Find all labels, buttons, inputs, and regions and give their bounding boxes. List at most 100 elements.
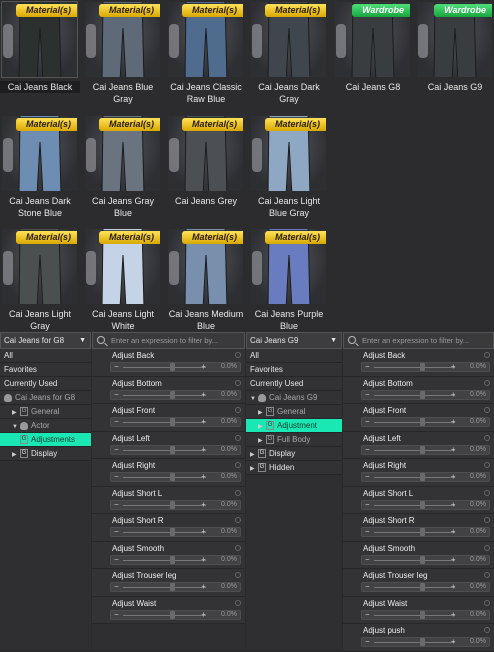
slider-handle[interactable]: [170, 528, 176, 536]
parameter-slider[interactable]: Adjust Front − +0.0%: [343, 404, 494, 432]
product-tile[interactable]: Material(s) Cai Jeans Gray Blue: [83, 114, 166, 219]
slider-track[interactable]: − +0.0%: [361, 389, 490, 400]
parameter-slider[interactable]: Adjust Smooth − +0.0%: [343, 541, 494, 569]
decrement-icon[interactable]: −: [365, 555, 370, 564]
slider-track[interactable]: − +0.0%: [361, 609, 490, 620]
slider-handle[interactable]: [420, 528, 426, 536]
parameter-slider[interactable]: Adjust Waist − +0.0%: [343, 596, 494, 624]
options-dot-icon[interactable]: [484, 544, 490, 551]
slider-handle[interactable]: [170, 500, 176, 509]
slider-value[interactable]: 0.0%: [221, 583, 237, 591]
slider-handle[interactable]: [170, 363, 176, 371]
parameter-slider[interactable]: Adjust Short L − +0.0%: [92, 486, 245, 514]
slider-handle[interactable]: [170, 610, 176, 619]
increment-icon[interactable]: +: [451, 638, 456, 646]
increment-icon[interactable]: +: [201, 528, 206, 536]
slider-track[interactable]: − +0.0%: [110, 499, 241, 510]
slider-track[interactable]: − +0.0%: [361, 527, 490, 537]
slider-handle[interactable]: [420, 390, 426, 399]
options-dot-icon[interactable]: [484, 434, 490, 441]
options-dot-icon[interactable]: [235, 434, 241, 441]
parameter-slider[interactable]: Adjust Front − +0.0%: [92, 404, 245, 432]
increment-icon[interactable]: +: [451, 473, 456, 481]
parameter-slider[interactable]: Adjust push − +0.0%: [343, 624, 494, 652]
slider-value[interactable]: 0.0%: [470, 528, 486, 536]
increment-icon[interactable]: +: [201, 445, 206, 454]
parameter-slider[interactable]: Adjust Back − +0.0%: [92, 349, 245, 377]
collapsed-arrow-icon[interactable]: ▶: [12, 406, 20, 418]
left-figure-dropdown[interactable]: Cai Jeans for G8 ▼: [0, 332, 91, 349]
decrement-icon[interactable]: −: [365, 363, 370, 371]
slider-value[interactable]: 0.0%: [221, 528, 237, 536]
tree-item-display[interactable]: ▶ G Display: [0, 447, 91, 461]
options-dot-icon[interactable]: [235, 517, 241, 523]
slider-handle[interactable]: [170, 583, 176, 591]
options-dot-icon[interactable]: [235, 407, 241, 413]
increment-icon[interactable]: +: [201, 363, 206, 371]
increment-icon[interactable]: +: [201, 583, 206, 591]
decrement-icon[interactable]: −: [114, 418, 119, 426]
product-tile[interactable]: Wardrobe Cai Jeans G8: [333, 0, 416, 93]
options-dot-icon[interactable]: [235, 352, 241, 358]
decrement-icon[interactable]: −: [114, 528, 119, 536]
product-tile[interactable]: Material(s) Cai Jeans Light White: [83, 227, 166, 332]
parameter-slider[interactable]: Adjust Back − +0.0%: [343, 349, 494, 377]
decrement-icon[interactable]: −: [114, 555, 119, 564]
slider-track[interactable]: − +0.0%: [361, 417, 490, 427]
increment-icon[interactable]: +: [451, 363, 456, 371]
slider-value[interactable]: 0.0%: [221, 556, 237, 564]
increment-icon[interactable]: +: [201, 390, 206, 399]
increment-icon[interactable]: +: [451, 390, 456, 399]
decrement-icon[interactable]: −: [114, 363, 119, 371]
parameter-slider[interactable]: Adjust Short R − +0.0%: [343, 514, 494, 542]
slider-track[interactable]: − +0.0%: [361, 499, 490, 510]
parameter-slider[interactable]: Adjust Trouser leg − +0.0%: [92, 569, 245, 597]
collapsed-arrow-icon[interactable]: ▶: [250, 462, 258, 474]
options-dot-icon[interactable]: [484, 572, 490, 578]
tree-item-all[interactable]: All: [246, 349, 342, 363]
options-dot-icon[interactable]: [484, 407, 490, 413]
options-dot-icon[interactable]: [235, 379, 241, 386]
slider-track[interactable]: − +0.0%: [110, 554, 241, 565]
slider-value[interactable]: 0.0%: [221, 391, 237, 399]
parameter-slider[interactable]: Adjust Trouser leg − +0.0%: [343, 569, 494, 597]
slider-track[interactable]: − +0.0%: [110, 582, 241, 592]
product-tile[interactable]: Material(s) Cai Jeans Medium Blue: [166, 227, 249, 332]
parameter-slider[interactable]: Adjust Bottom − +0.0%: [92, 376, 245, 404]
slider-track[interactable]: − +0.0%: [361, 362, 490, 372]
slider-value[interactable]: 0.0%: [221, 363, 237, 371]
parameter-slider[interactable]: Adjust Smooth − +0.0%: [92, 541, 245, 569]
decrement-icon[interactable]: −: [365, 445, 370, 454]
increment-icon[interactable]: +: [451, 555, 456, 564]
increment-icon[interactable]: +: [201, 500, 206, 509]
slider-value[interactable]: 0.0%: [221, 611, 237, 619]
increment-icon[interactable]: +: [451, 445, 456, 454]
decrement-icon[interactable]: −: [365, 528, 370, 536]
collapsed-arrow-icon[interactable]: ▶: [12, 448, 20, 460]
parameter-slider[interactable]: Adjust Short R − +0.0%: [92, 514, 245, 542]
slider-handle[interactable]: [420, 583, 426, 591]
increment-icon[interactable]: +: [451, 418, 456, 426]
decrement-icon[interactable]: −: [365, 390, 370, 399]
tree-item-general[interactable]: ▶ G General: [0, 405, 91, 419]
slider-track[interactable]: − +0.0%: [110, 444, 241, 455]
slider-value[interactable]: 0.0%: [470, 473, 486, 481]
tree-item-cai-jeans-g9[interactable]: ▼ Cai Jeans G9: [246, 391, 342, 405]
decrement-icon[interactable]: −: [365, 500, 370, 509]
slider-handle[interactable]: [420, 418, 426, 426]
tree-item-full-body[interactable]: ▶ G Full Body: [246, 433, 342, 447]
tree-item-favorites[interactable]: Favorites: [246, 363, 342, 377]
parameter-slider[interactable]: Adjust Waist − +0.0%: [92, 596, 245, 624]
left-filter-input[interactable]: Enter an expression to filter by...: [92, 332, 245, 349]
slider-value[interactable]: 0.0%: [470, 583, 486, 591]
tree-item-actor[interactable]: ▼ Actor: [0, 419, 91, 433]
product-tile[interactable]: Material(s) Cai Jeans Blue Gray: [83, 0, 166, 105]
slider-value[interactable]: 0.0%: [221, 501, 237, 509]
slider-value[interactable]: 0.0%: [470, 611, 486, 619]
parameter-slider[interactable]: Adjust Right − +0.0%: [92, 459, 245, 487]
options-dot-icon[interactable]: [235, 544, 241, 551]
slider-value[interactable]: 0.0%: [221, 418, 237, 426]
slider-handle[interactable]: [420, 555, 426, 564]
slider-track[interactable]: − +0.0%: [110, 472, 241, 482]
tree-item-display[interactable]: ▶ G Display: [246, 447, 342, 461]
